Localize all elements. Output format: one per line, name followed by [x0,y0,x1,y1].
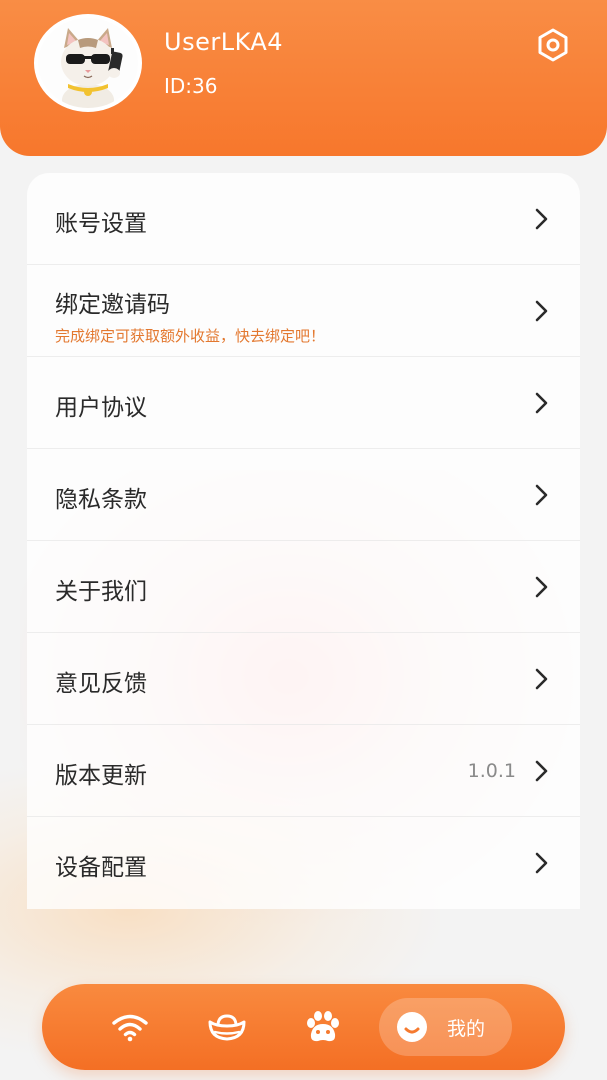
menu-item-label: 账号设置 [55,211,147,237]
profile-page: UserLKA4 ID:36 账号设置 绑定邀请码 完成绑定可获取额外收益，快去… [0,0,607,1080]
wifi-icon [112,1014,148,1042]
avatar[interactable] [34,14,142,112]
menu-list: 账号设置 绑定邀请码 完成绑定可获取额外收益，快去绑定吧！ 用户协议 隐私条款 … [27,173,580,909]
menu-item-label: 设备配置 [55,855,147,881]
menu-item-feedback[interactable]: 意见反馈 [27,633,580,725]
nav-item-wifi[interactable] [95,984,165,1070]
nav-item-ingot[interactable] [192,984,262,1070]
settings-button[interactable] [534,26,572,64]
settings-hexagon-icon [538,28,568,62]
nav-item-mine[interactable]: 我的 [379,998,512,1056]
menu-item-about-us[interactable]: 关于我们 [27,541,580,633]
chevron-right-icon [535,760,548,782]
nav-item-pet[interactable] [288,984,358,1070]
menu-item-device-config[interactable]: 设备配置 [27,817,580,909]
menu-item-label: 用户协议 [55,395,147,421]
username: UserLKA4 [164,28,284,56]
paw-icon [307,1011,339,1042]
user-id: ID:36 [164,74,218,98]
chevron-right-icon [535,668,548,690]
chevron-right-icon [535,576,548,598]
menu-item-label: 绑定邀请码 [55,292,170,318]
menu-item-version-update[interactable]: 版本更新 1.0.1 [27,725,580,817]
menu-item-user-agreement[interactable]: 用户协议 [27,357,580,449]
profile-header: UserLKA4 ID:36 [0,0,607,156]
bottom-nav: 我的 [42,984,565,1070]
menu-item-label: 意见反馈 [55,671,147,697]
menu-item-bind-invite-code[interactable]: 绑定邀请码 完成绑定可获取额外收益，快去绑定吧！ [27,265,580,357]
menu-item-account-settings[interactable]: 账号设置 [27,173,580,265]
menu-item-privacy-policy[interactable]: 隐私条款 [27,449,580,541]
chevron-right-icon [535,392,548,414]
chevron-right-icon [535,484,548,506]
chevron-right-icon [535,852,548,874]
cat-avatar-icon [38,18,138,108]
menu-item-label: 版本更新 [55,763,147,789]
nav-item-label: 我的 [447,1018,486,1040]
gold-ingot-icon [208,1014,246,1041]
chevron-right-icon [535,300,548,322]
version-number: 1.0.1 [467,760,516,782]
menu-item-label: 隐私条款 [55,487,147,513]
menu-item-label: 关于我们 [55,579,147,605]
smile-icon [397,1012,427,1042]
menu-item-subtitle: 完成绑定可获取额外收益，快去绑定吧！ [55,327,326,345]
chevron-right-icon [535,208,548,230]
